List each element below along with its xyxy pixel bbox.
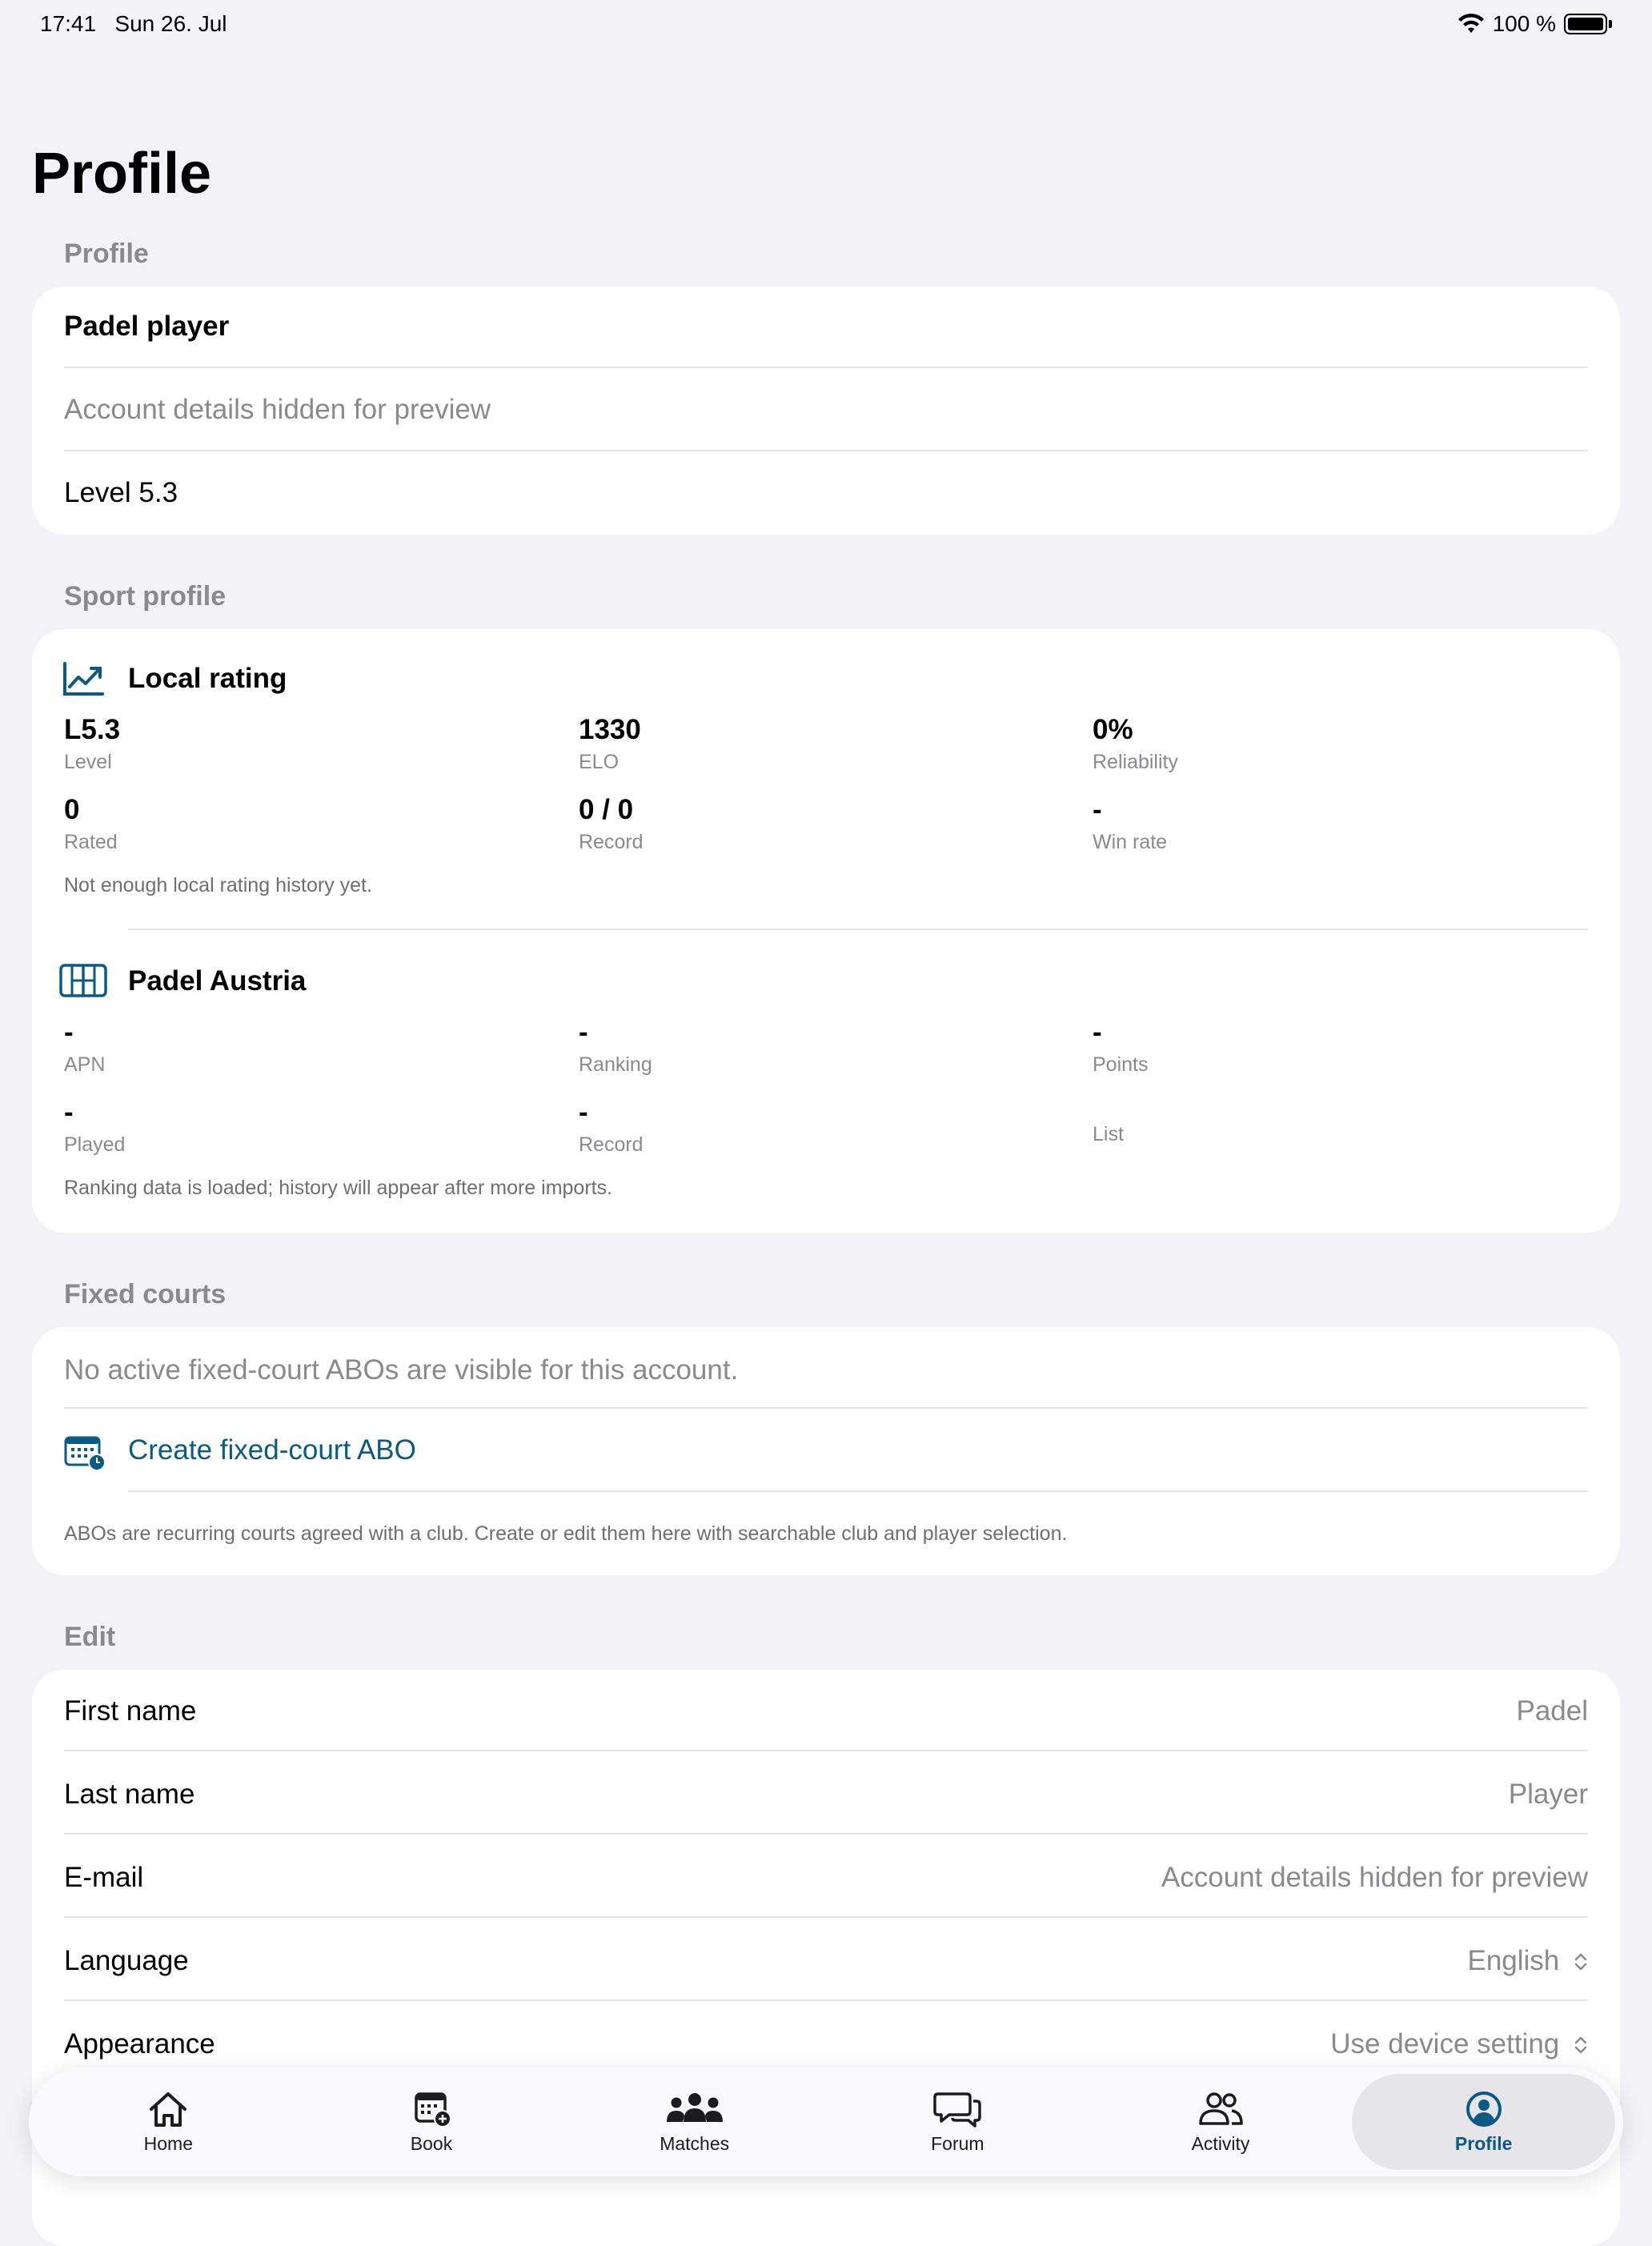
stat-elo-value: 1330: [579, 714, 641, 745]
tab-home[interactable]: Home: [37, 2074, 300, 2170]
edit-row-last-name[interactable]: Last name Player: [32, 1753, 1620, 1836]
house-icon: [150, 2092, 187, 2127]
stat-reliability-value: 0%: [1093, 714, 1133, 745]
stat-points-label: Points: [1093, 1053, 1149, 1076]
stat-rated-label: Rated: [64, 831, 118, 853]
first-name-value: Padel: [1516, 1695, 1588, 1727]
tab-profile[interactable]: Profile: [1352, 2074, 1616, 2170]
padel-austria-title: Padel Austria: [128, 965, 307, 997]
stat-ranking-label: Ranking: [579, 1053, 652, 1076]
people-icon: [666, 2092, 723, 2122]
stat-played-label: Played: [64, 1133, 126, 1156]
chat-bubbles-icon: [933, 2092, 982, 2128]
stat-elo-label: ELO: [579, 751, 620, 773]
stat-played-value: -: [64, 1097, 74, 1128]
profile-card: Padel player Account details hidden for …: [32, 287, 1620, 535]
person-circle-icon: [1466, 2091, 1502, 2127]
section-header-sport-profile: Sport profile: [64, 581, 227, 612]
tab-profile-label: Profile: [1454, 2132, 1513, 2154]
chevron-up-down-icon: [1574, 1953, 1587, 1971]
stat-pa-record-label: Record: [579, 1133, 644, 1156]
profile-account-details: Account details hidden for preview: [64, 394, 491, 425]
language-value: English: [1467, 1945, 1560, 1976]
profile-name: Padel player: [64, 311, 230, 342]
stat-record-value: 0 / 0: [579, 794, 634, 825]
fixed-courts-card: No active fixed-court ABOs are visible f…: [32, 1327, 1620, 1575]
padel-austria-note: Ranking data is loaded; history will app…: [64, 1177, 613, 1199]
appearance-value-wrap: Use device setting: [1330, 2028, 1588, 2060]
tab-activity-label: Activity: [1191, 2132, 1250, 2154]
section-header-fixed-courts: Fixed courts: [64, 1279, 227, 1309]
stat-list-label: List: [1093, 1123, 1124, 1145]
calendar-clock-icon: [64, 1436, 106, 1471]
tab-book-label: Book: [410, 2132, 453, 2154]
create-fixed-court-label: Create fixed-court ABO: [128, 1434, 416, 1466]
tab-matches[interactable]: Matches: [563, 2074, 826, 2170]
local-rating-title: Local rating: [128, 663, 287, 694]
battery-icon: [1564, 14, 1607, 34]
stat-level-value: L5.3: [64, 714, 121, 745]
language-select[interactable]: Language English: [32, 1919, 1620, 2003]
stat-reliability-label: Reliability: [1093, 751, 1178, 773]
section-header-profile: Profile: [64, 239, 149, 269]
email-label: E-mail: [64, 1862, 144, 1893]
fixed-courts-footnote: ABOs are recurring courts agreed with a …: [64, 1522, 1068, 1545]
battery-percent: 100 %: [1492, 11, 1556, 36]
create-fixed-court-button[interactable]: Create fixed-court ABO: [64, 1410, 1588, 1490]
edit-row-email[interactable]: E-mail Account details hidden for previe…: [32, 1836, 1620, 1919]
stat-win-rate-value: -: [1093, 794, 1102, 825]
tab-forum-label: Forum: [931, 2132, 984, 2154]
fixed-courts-empty-text: No active fixed-court ABOs are visible f…: [64, 1354, 739, 1386]
chevron-up-down-icon: [1574, 2036, 1587, 2054]
stat-rated-value: 0: [64, 794, 80, 825]
tab-matches-label: Matches: [660, 2132, 730, 2154]
section-header-edit: Edit: [64, 1622, 116, 1652]
language-label: Language: [64, 1945, 189, 1976]
page-title: Profile: [32, 142, 212, 206]
profile-level: Level 5.3: [64, 477, 178, 508]
local-rating-note: Not enough local rating history yet.: [64, 874, 372, 896]
appearance-label: Appearance: [64, 2028, 215, 2060]
appearance-value: Use device setting: [1330, 2028, 1560, 2060]
edit-row-first-name[interactable]: First name Padel: [32, 1670, 1620, 1753]
last-name-value: Player: [1508, 1779, 1588, 1810]
stat-apn-value: -: [64, 1017, 74, 1048]
tab-activity[interactable]: Activity: [1089, 2074, 1353, 2170]
stat-pa-record-value: -: [579, 1097, 588, 1128]
padel-court-icon: [59, 964, 107, 997]
stat-level-label: Level: [64, 751, 112, 773]
tab-forum[interactable]: Forum: [826, 2074, 1089, 2170]
tab-bar: Home Book Matches Forum Activity Profile: [29, 2068, 1623, 2176]
tab-book[interactable]: Book: [300, 2074, 563, 2170]
stat-ranking-value: -: [579, 1017, 588, 1048]
first-name-label: First name: [64, 1695, 197, 1727]
stat-record-label: Record: [579, 831, 644, 853]
stat-apn-label: APN: [64, 1053, 106, 1076]
status-bar: 17:41 Sun 26. Jul 100 %: [40, 11, 1612, 40]
status-right: 100 %: [1458, 11, 1612, 37]
last-name-label: Last name: [64, 1779, 195, 1810]
status-time: 17:41 Sun 26. Jul: [40, 11, 227, 36]
email-value: Account details hidden for preview: [1161, 1862, 1588, 1893]
sport-profile-card: Local rating L5.3 Level 1330 ELO 0% Reli…: [32, 629, 1620, 1233]
language-value-wrap: English: [1467, 1945, 1588, 1977]
stat-win-rate-label: Win rate: [1093, 831, 1168, 853]
tab-home-label: Home: [143, 2132, 194, 2154]
person-pair-icon: [1199, 2092, 1243, 2125]
stat-points-value: -: [1093, 1017, 1102, 1048]
calendar-add-icon: [415, 2092, 451, 2128]
wifi-icon: [1458, 14, 1484, 33]
chart-trend-icon: [63, 662, 104, 696]
